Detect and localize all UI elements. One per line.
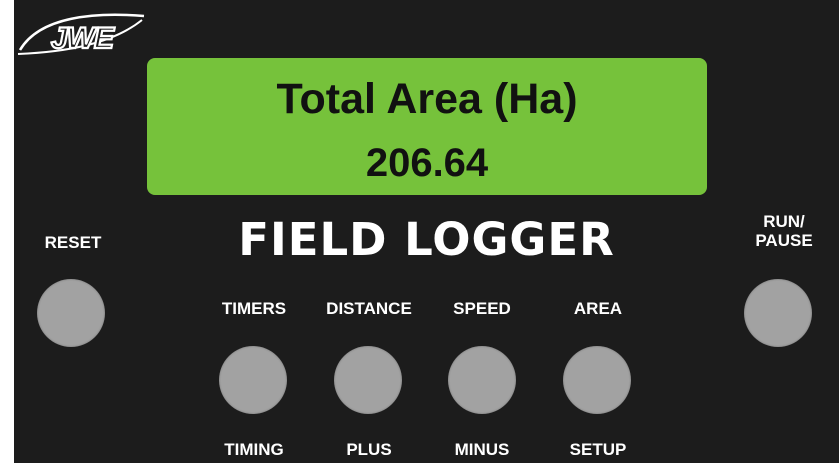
run-pause-label-top: RUN/ bbox=[763, 212, 805, 231]
display-value: 206.64 bbox=[365, 141, 489, 185]
run-pause-label-bottom: PAUSE bbox=[755, 231, 813, 250]
run-pause-button[interactable] bbox=[744, 279, 812, 347]
display-title: Total Area (Ha) bbox=[276, 75, 578, 123]
setup-label: SETUP bbox=[569, 440, 627, 459]
speed-minus-button[interactable] bbox=[448, 346, 516, 414]
distance-plus-button[interactable] bbox=[334, 346, 402, 414]
jwe-logo: JWE bbox=[17, 13, 145, 56]
reset-button[interactable] bbox=[37, 279, 105, 347]
minus-label: MINUS bbox=[454, 440, 510, 459]
distance-label: DISTANCE bbox=[326, 299, 412, 318]
area-setup-button[interactable] bbox=[563, 346, 631, 414]
plus-label: PLUS bbox=[346, 440, 392, 459]
area-label: AREA bbox=[573, 299, 623, 318]
timers-label: TIMERS bbox=[221, 299, 287, 318]
timers-timing-button[interactable] bbox=[219, 346, 287, 414]
logo-text: JWE bbox=[51, 22, 115, 55]
product-name: FIELD LOGGER bbox=[238, 213, 615, 266]
field-logger-panel: JWE Total Area (Ha) 206.64 FIELD LOGGER … bbox=[14, 0, 839, 463]
lcd-display: Total Area (Ha) 206.64 bbox=[147, 58, 707, 195]
timing-label: TIMING bbox=[224, 440, 284, 459]
reset-label: RESET bbox=[44, 233, 102, 252]
speed-label: SPEED bbox=[453, 299, 511, 318]
